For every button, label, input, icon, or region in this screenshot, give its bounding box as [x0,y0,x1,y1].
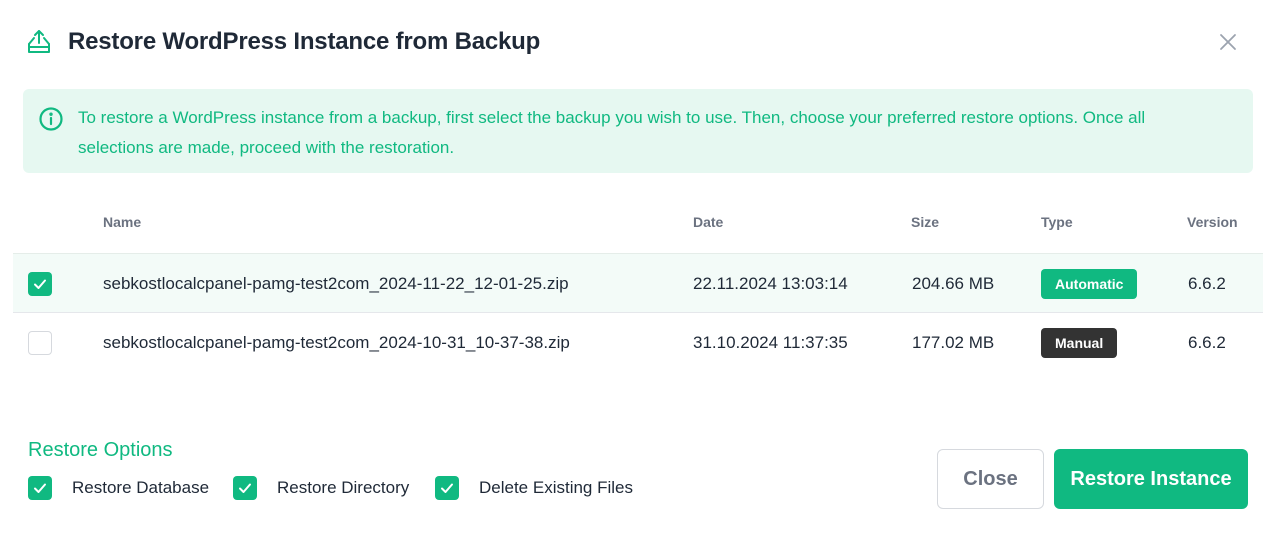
upload-tray-icon [26,29,52,55]
backup-date: 22.11.2024 13:03:14 [693,274,848,293]
restore-database-option[interactable]: Restore Database [28,475,209,501]
check-icon [34,279,46,289]
backup-size: 204.66 MB [912,274,995,293]
check-icon [34,483,46,493]
backup-date: 31.10.2024 11:37:35 [693,333,848,352]
row-select-checkbox[interactable] [28,272,52,296]
info-text: To restore a WordPress instance from a b… [78,108,1146,157]
restore-instance-button[interactable]: Restore Instance [1054,449,1248,509]
column-header-size[interactable]: Size [911,214,939,230]
delete-existing-files-option[interactable]: Delete Existing Files [435,475,633,501]
modal-header: Restore WordPress Instance from Backup [26,26,540,58]
check-icon [239,483,251,493]
restore-directory-checkbox[interactable] [233,476,257,500]
restore-directory-option[interactable]: Restore Directory [233,475,409,501]
type-badge: Manual [1041,328,1118,358]
restore-directory-label: Restore Directory [277,478,410,497]
modal-title: Restore WordPress Instance from Backup [68,28,541,55]
backup-version: 6.6.2 [1188,333,1226,352]
info-alert: To restore a WordPress instance from a b… [23,89,1253,173]
restore-backup-modal: Restore WordPress Instance from Backup T… [0,0,1276,536]
type-badge: Automatic [1041,269,1138,299]
backup-size: 177.02 MB [912,333,995,352]
info-circle-icon [38,106,64,132]
delete-existing-files-label: Delete Existing Files [479,478,634,497]
column-header-date[interactable]: Date [693,214,723,230]
table-row[interactable]: sebkostlocalcpanel-pamg-test2com_2024-10… [13,313,1263,373]
restore-options-title: Restore Options [28,439,173,461]
table-row[interactable]: sebkostlocalcpanel-pamg-test2com_2024-11… [13,253,1263,313]
restore-database-label: Restore Database [72,478,210,497]
close-x-icon[interactable] [1216,30,1240,54]
restore-database-checkbox[interactable] [28,476,52,500]
column-header-version[interactable]: Version [1187,214,1238,230]
check-icon [441,483,453,493]
backup-name: sebkostlocalcpanel-pamg-test2com_2024-11… [103,274,569,293]
backup-version: 6.6.2 [1188,274,1226,293]
delete-existing-files-checkbox[interactable] [435,476,459,500]
backup-name: sebkostlocalcpanel-pamg-test2com_2024-10… [103,333,570,352]
column-header-type[interactable]: Type [1041,214,1073,230]
column-header-name[interactable]: Name [103,214,141,230]
close-button[interactable]: Close [937,449,1044,509]
row-select-checkbox[interactable] [28,331,52,355]
